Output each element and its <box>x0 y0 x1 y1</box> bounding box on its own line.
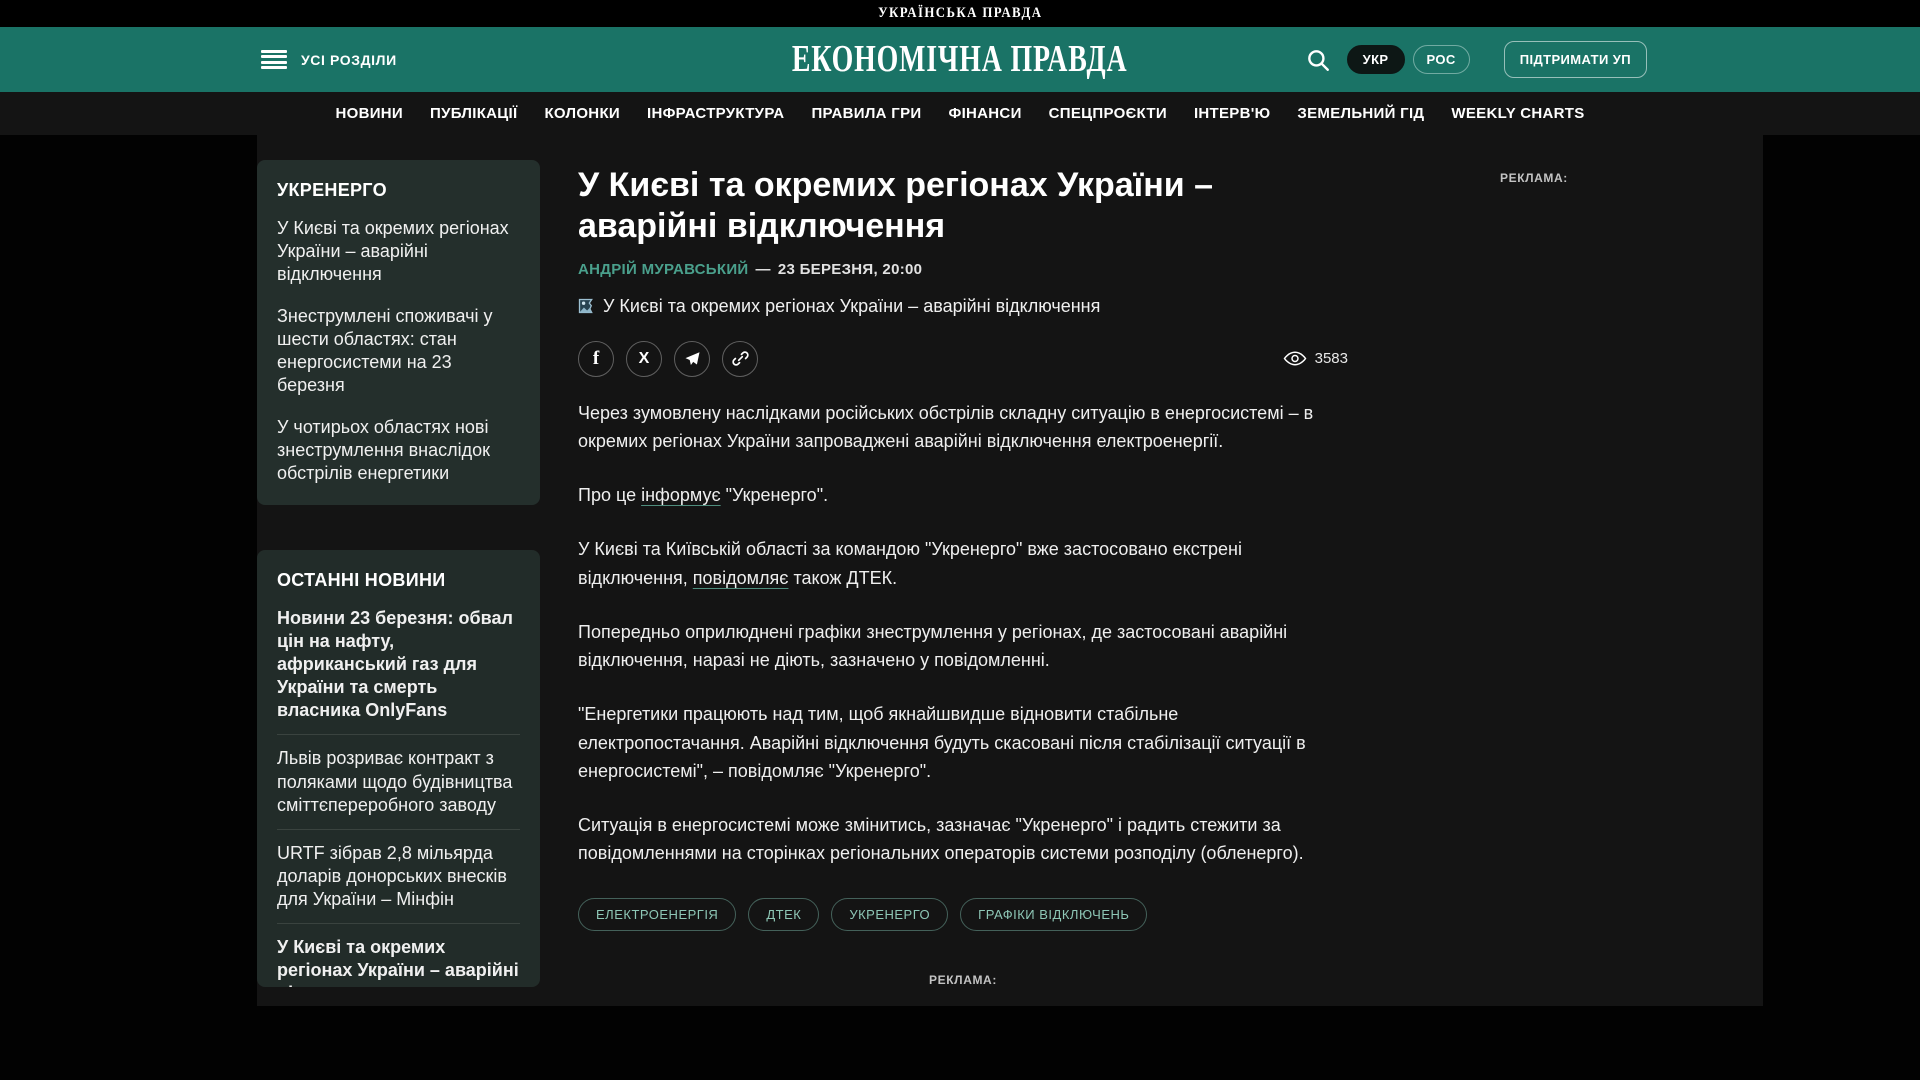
x-share-button[interactable]: X <box>626 341 662 377</box>
ukrainska-pravda-logo[interactable]: УКРАЇНСЬКА ПРАВДА <box>878 5 1042 22</box>
nav-item[interactable]: ІНФРАСТРУКТУРА <box>647 105 784 122</box>
article-body: Через зумовлену наслідками російських об… <box>578 399 1328 868</box>
hamburger-menu-icon <box>261 50 287 69</box>
inline-link[interactable]: інформує <box>641 485 721 505</box>
article-paragraph: Про це інформує "Укренерго". <box>578 481 1328 509</box>
article-title: У Києві та окремих регіонах України – ав… <box>578 165 1348 247</box>
sidebar-news-link[interactable]: У Києві та окремих регіонах України – ав… <box>277 923 520 988</box>
tag-pill[interactable]: ЕЛЕКТРОЕНЕРГІЯ <box>578 898 736 931</box>
topic-list: У Києві та окремих регіонах України – ав… <box>277 217 520 485</box>
support-up-button[interactable]: ПІДТРИМАТИ УП <box>1504 41 1647 78</box>
search-button[interactable] <box>1305 47 1331 73</box>
nav-item[interactable]: СПЕЦПРОЄКТИ <box>1049 105 1167 122</box>
sidebar-news-link[interactable]: У чотирьох областях нові знеструмлення в… <box>277 416 520 485</box>
search-icon <box>1305 47 1331 73</box>
author-link[interactable]: АНДРІЙ МУРАВСЬКИЙ <box>578 261 749 278</box>
inline-link[interactable]: повідомляє <box>693 568 789 588</box>
language-switch: УКР РОС <box>1347 45 1470 74</box>
nav-item[interactable]: WEEKLY CHARTS <box>1451 105 1584 122</box>
facebook-share-button[interactable]: f <box>578 341 614 377</box>
ekonomichna-pravda-logo[interactable]: ЕКОНОМІЧНА ПРАВДА <box>792 38 1128 81</box>
sidebar: УКРЕНЕРГО У Києві та окремих регіонах Ук… <box>257 160 540 1006</box>
article-paragraph: Через зумовлену наслідками російських об… <box>578 399 1328 456</box>
broken-image-icon <box>578 298 597 314</box>
main-nav: НОВИНИ ПУБЛІКАЦІЇ КОЛОНКИ ІНФРАСТРУКТУРА ПРА… <box>0 92 1920 135</box>
latest-list: Новини 23 березня: обвал цін на нафту, а… <box>277 607 520 987</box>
sidebar-news-link[interactable]: Новини 23 березня: обвал цін на нафту, а… <box>277 607 520 722</box>
sidebar-news-link[interactable]: Знеструмлені споживачі у шести областях:… <box>277 305 520 397</box>
latest-news-block: ОСТАННІ НОВИНИ Новини 23 березня: обвал … <box>257 550 540 987</box>
all-sections-button[interactable]: УСІ РОЗДІЛИ <box>261 27 397 92</box>
eye-icon <box>1283 350 1307 367</box>
content-area: РЕКЛАМА: УКРЕНЕРГО У Києві та окремих ре… <box>257 135 1763 1006</box>
nav-item[interactable]: ЗЕМЕЛЬНИЙ ГІД <box>1297 105 1424 122</box>
article-paragraph: У Києві та Київській області за командою… <box>578 535 1328 592</box>
nav-item[interactable]: КОЛОНКИ <box>544 105 620 122</box>
top-bar: УКРАЇНСЬКА ПРАВДА <box>0 0 1920 27</box>
byline-separator: — <box>756 261 771 278</box>
lang-ros-button[interactable]: РОС <box>1413 45 1470 74</box>
sidebar-news-link[interactable]: У Києві та окремих регіонах України – ав… <box>277 217 520 286</box>
telegram-share-button[interactable] <box>674 341 710 377</box>
nav-item[interactable]: ПРАВИЛА ГРИ <box>811 105 921 122</box>
share-buttons: fX <box>578 341 770 377</box>
telegram-icon <box>684 351 701 367</box>
x-icon: X <box>639 351 650 367</box>
image-alt-text: У Києві та окремих регіонах України – ав… <box>603 296 1100 317</box>
nav-item[interactable]: НОВИНИ <box>335 105 403 122</box>
article-image-broken: У Києві та окремих регіонах України – ав… <box>578 296 1348 317</box>
nav-item[interactable]: ФІНАНСИ <box>948 105 1021 122</box>
nav-item[interactable]: ІНТЕРВ'Ю <box>1194 105 1270 122</box>
ad-label-bottom: РЕКЛАМА: <box>578 973 1348 987</box>
sidebar-news-link[interactable]: Львів розриває контракт з поляками щодо … <box>277 734 520 816</box>
latest-news-title: ОСТАННІ НОВИНИ <box>277 570 520 591</box>
site-header: УСІ РОЗДІЛИ ЕКОНОМІЧНА ПРАВДА УКР РОС ПІ… <box>0 27 1920 92</box>
topic-block: УКРЕНЕРГО У Києві та окремих регіонах Ук… <box>257 160 540 505</box>
article-date: 23 БЕРЕЗНЯ, 20:00 <box>778 261 922 278</box>
article: У Києві та окремих регіонах України – ав… <box>578 160 1348 1006</box>
byline: АНДРІЙ МУРАВСЬКИЙ — 23 БЕРЕЗНЯ, 20:00 <box>578 261 1348 278</box>
tag-list: ЕЛЕКТРОЕНЕРГІЯ ДТЕК УКРЕНЕРГО ГРАФІКИ ВІДКЛ… <box>578 898 1348 931</box>
view-counter: 3583 <box>1283 350 1348 367</box>
link-share-button[interactable] <box>722 341 758 377</box>
header-actions: УКР РОС ПІДТРИМАТИ УП <box>1305 27 1647 92</box>
ad-label-right: РЕКЛАМА: <box>1500 171 1568 185</box>
link-icon <box>732 350 749 367</box>
view-count: 3583 <box>1315 350 1348 367</box>
facebook-icon: f <box>593 349 599 368</box>
tag-pill[interactable]: ГРАФІКИ ВІДКЛЮЧЕНЬ <box>960 898 1147 931</box>
share-row: fX 3583 <box>578 341 1348 377</box>
article-paragraph: "Енергетики працюють над тим, щоб якнайш… <box>578 700 1328 785</box>
nav-item[interactable]: ПУБЛІКАЦІЇ <box>430 105 517 122</box>
all-sections-label: УСІ РОЗДІЛИ <box>301 52 397 68</box>
sidebar-news-link[interactable]: URTF зібрав 2,8 мільярда доларів донорсь… <box>277 829 520 911</box>
tag-pill[interactable]: УКРЕНЕРГО <box>831 898 948 931</box>
article-paragraph: Попередньо оприлюднені графіки знеструмл… <box>578 618 1328 675</box>
tag-pill[interactable]: ДТЕК <box>748 898 819 931</box>
article-paragraph: Ситуація в енергосистемі може змінитись,… <box>578 811 1328 868</box>
lang-ukr-button[interactable]: УКР <box>1347 45 1405 74</box>
topic-block-title[interactable]: УКРЕНЕРГО <box>277 180 520 201</box>
